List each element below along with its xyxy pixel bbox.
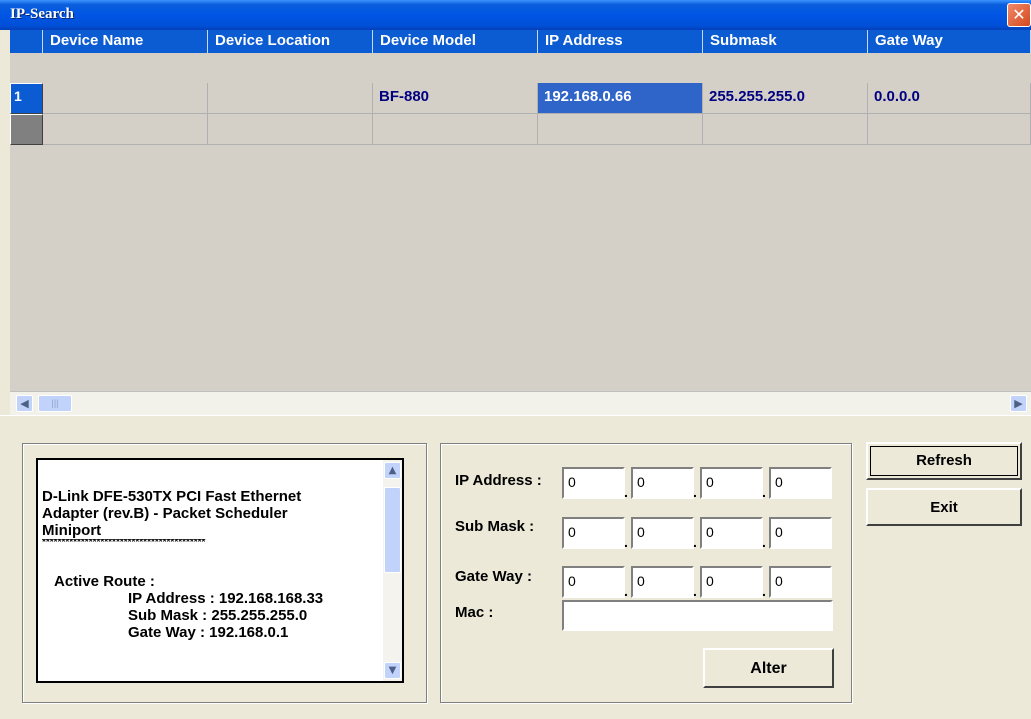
column-header-ip-address[interactable]: IP Address xyxy=(538,30,703,53)
table-row[interactable]: 1 BF-880 192.168.0.66 255.255.255.0 0.0.… xyxy=(10,83,1031,114)
refresh-button[interactable]: Refresh xyxy=(866,442,1022,480)
column-header-device-model[interactable]: Device Model xyxy=(373,30,538,53)
cell-submask[interactable]: 255.255.255.0 xyxy=(703,83,868,114)
cell-ip-address[interactable]: 192.168.0.66 xyxy=(538,83,703,114)
cell-ip-address[interactable] xyxy=(538,114,703,145)
octet-separator: . xyxy=(762,534,766,550)
mask-octet-1-field[interactable]: 0 xyxy=(562,517,625,549)
octet-separator: . xyxy=(762,484,766,500)
adapter-info-box[interactable]: D-Link DFE-530TX PCI Fast Ethernet Adapt… xyxy=(36,458,404,683)
cell-gate-way[interactable] xyxy=(868,114,1031,145)
row-header[interactable]: 1 xyxy=(10,83,43,114)
column-header-gate-way[interactable]: Gate Way xyxy=(868,30,1031,53)
ip-address-label: IP Address : xyxy=(455,472,542,489)
grid-header: Device Name Device Location Device Model… xyxy=(10,30,1031,53)
octet-separator: . xyxy=(693,534,697,550)
octet-separator: . xyxy=(624,534,628,550)
cell-device-location[interactable] xyxy=(208,114,373,145)
ip-octet-3-field[interactable]: 0 xyxy=(700,467,763,499)
close-icon: ✕ xyxy=(1012,5,1026,24)
octet-separator: . xyxy=(624,583,628,599)
sub-mask-label: Sub Mask : xyxy=(455,518,535,535)
scroll-thumb[interactable]: ||| xyxy=(38,395,72,412)
column-header-device-location[interactable]: Device Location xyxy=(208,30,373,53)
scroll-thumb[interactable] xyxy=(384,487,401,573)
octet-separator: . xyxy=(762,583,766,599)
row-header[interactable] xyxy=(10,114,43,145)
route-mask-line: Sub Mask : 255.255.255.0 xyxy=(128,607,308,624)
grid-corner xyxy=(10,30,43,53)
alter-button[interactable]: Alter xyxy=(703,648,834,688)
cell-device-name[interactable] xyxy=(43,83,208,114)
octet-separator: . xyxy=(624,484,628,500)
gw-octet-1-field[interactable]: 0 xyxy=(562,566,625,598)
gw-octet-4-field[interactable]: 0 xyxy=(769,566,832,598)
adapter-line: Adapter (rev.B) - Packet Scheduler xyxy=(42,505,288,522)
title-bar: IP-Search ✕ xyxy=(0,0,1031,30)
exit-button[interactable]: Exit xyxy=(866,488,1022,526)
octet-separator: . xyxy=(693,583,697,599)
horizontal-scrollbar[interactable]: ◀ ||| ▶ xyxy=(10,391,1031,415)
adapter-info-text: D-Link DFE-530TX PCI Fast Ethernet Adapt… xyxy=(42,464,380,641)
mask-octet-2-field[interactable]: 0 xyxy=(631,517,694,549)
gw-octet-2-field[interactable]: 0 xyxy=(631,566,694,598)
scroll-right-icon[interactable]: ▶ xyxy=(1010,395,1027,412)
cell-gate-way[interactable]: 0.0.0.0 xyxy=(868,83,1031,114)
table-row[interactable] xyxy=(10,114,1031,145)
scroll-down-icon[interactable]: ▼ xyxy=(384,662,401,679)
vertical-scrollbar[interactable]: ▲ ▼ xyxy=(383,460,402,681)
mac-field[interactable] xyxy=(562,600,833,631)
scroll-up-icon[interactable]: ▲ xyxy=(384,462,401,479)
column-header-submask[interactable]: Submask xyxy=(703,30,868,53)
cell-device-model[interactable]: BF-880 xyxy=(373,83,538,114)
mask-octet-4-field[interactable]: 0 xyxy=(769,517,832,549)
separator-line: ****************************************… xyxy=(42,539,206,547)
ip-octet-1-field[interactable]: 0 xyxy=(562,467,625,499)
mask-octet-3-field[interactable]: 0 xyxy=(700,517,763,549)
active-route-label: Active Route : xyxy=(54,573,155,590)
gate-way-label: Gate Way : xyxy=(455,568,532,585)
window-title: IP-Search xyxy=(10,6,74,22)
route-gateway-line: Gate Way : 192.168.0.1 xyxy=(128,624,289,641)
scroll-left-icon[interactable]: ◀ xyxy=(16,395,33,412)
gw-octet-3-field[interactable]: 0 xyxy=(700,566,763,598)
ip-octet-4-field[interactable]: 0 xyxy=(769,467,832,499)
column-header-device-name[interactable]: Device Name xyxy=(43,30,208,53)
cell-device-name[interactable] xyxy=(43,114,208,145)
mac-label: Mac : xyxy=(455,604,494,621)
octet-separator: . xyxy=(693,484,697,500)
cell-submask[interactable] xyxy=(703,114,868,145)
adapter-line: D-Link DFE-530TX PCI Fast Ethernet xyxy=(42,488,302,505)
cell-device-model[interactable] xyxy=(373,114,538,145)
route-ip-line: IP Address : 192.168.168.33 xyxy=(128,590,324,607)
adapter-line: Miniport xyxy=(42,522,102,539)
cell-device-location[interactable] xyxy=(208,83,373,114)
close-button[interactable]: ✕ xyxy=(1007,3,1031,27)
ip-octet-2-field[interactable]: 0 xyxy=(631,467,694,499)
